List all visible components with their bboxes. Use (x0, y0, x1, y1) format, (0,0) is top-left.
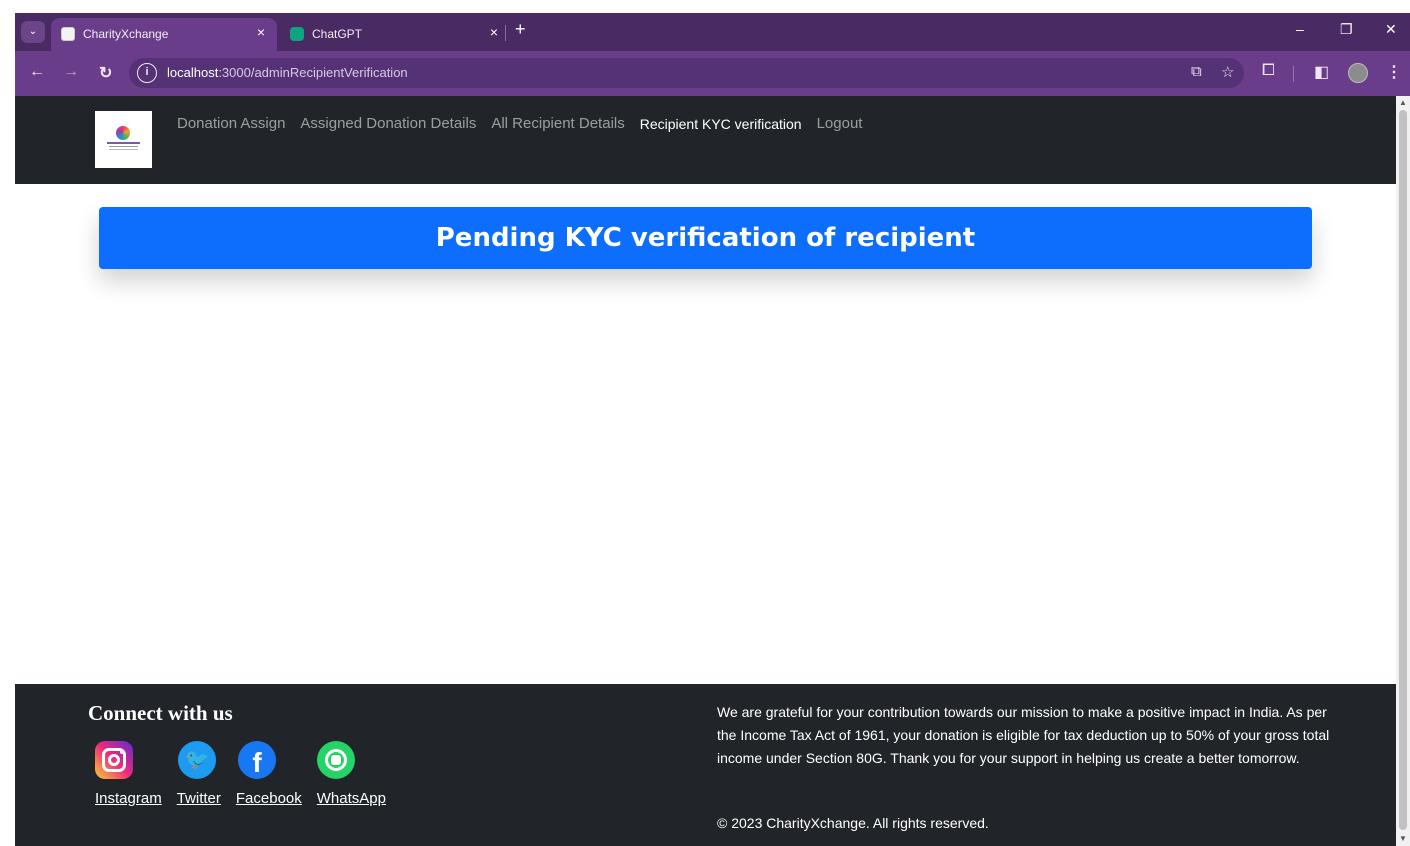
connect-heading: Connect with us (88, 701, 233, 725)
page-viewport: Donation Assign Assigned Donation Detail… (15, 96, 1396, 846)
tax-deduction-note: We are grateful for your contribution to… (717, 704, 1330, 766)
nav-link-all-recipient-details[interactable]: All Recipient Details (491, 115, 624, 132)
nav-link-donation-assign[interactable]: Donation Assign (177, 115, 285, 132)
site-favicon-icon (61, 27, 75, 41)
facebook-icon[interactable]: f (238, 741, 276, 779)
page-title-banner: Pending KYC verification of recipient (99, 207, 1312, 269)
site-footer: Connect with us 🐦 f Instagram Twitter Fa… (15, 684, 1396, 846)
instagram-icon[interactable] (95, 741, 133, 779)
twitter-link[interactable]: Twitter (177, 790, 221, 807)
page-scrollbar[interactable]: ▲ ▼ (1396, 96, 1410, 846)
instagram-link[interactable]: Instagram (95, 790, 162, 807)
page-title: Pending KYC verification of recipient (435, 223, 976, 253)
chatgpt-favicon-icon (290, 27, 304, 41)
nav-link-recipient-kyc-verification[interactable]: Recipient KYC verification (640, 115, 802, 132)
scroll-down-arrow-icon[interactable]: ▼ (1399, 834, 1407, 843)
copyright-text: © 2023 CharityXchange. All rights reserv… (717, 815, 989, 831)
facebook-link[interactable]: Facebook (236, 790, 302, 807)
reload-icon[interactable]: ↻ (99, 63, 112, 83)
close-window-button[interactable]: ✕ (1385, 21, 1397, 38)
address-bar[interactable]: i localhost:3000/adminRecipientVerificat… (129, 58, 1244, 88)
whatsapp-icon[interactable] (317, 741, 355, 779)
minimize-button[interactable]: – (1296, 21, 1304, 37)
nav-link-assigned-donation-details[interactable]: Assigned Donation Details (300, 115, 476, 132)
tab-title: CharityXchange (83, 27, 169, 41)
browser-toolbar: ← → ↻ i localhost:3000/adminRecipientVer… (15, 51, 1410, 96)
scroll-up-arrow-icon[interactable]: ▲ (1399, 98, 1407, 107)
extensions-icon[interactable]: ⧠ (1262, 62, 1275, 80)
desktop: ⌄ CharityXchange × ChatGPT × + – ❐ ✕ ← →… (0, 0, 1410, 846)
nav-link-logout[interactable]: Logout (817, 115, 863, 132)
site-navbar: Donation Assign Assigned Donation Detail… (15, 96, 1396, 184)
tab-separator (505, 25, 506, 41)
browser-window: ⌄ CharityXchange × ChatGPT × + – ❐ ✕ ← →… (15, 13, 1410, 846)
menu-kebab-icon[interactable]: ⋮ (1386, 62, 1402, 82)
whatsapp-link[interactable]: WhatsApp (317, 790, 386, 807)
logo-flower-icon (116, 126, 130, 140)
url-text: localhost:3000/adminRecipientVerificatio… (167, 65, 408, 80)
tab-strip: ⌄ CharityXchange × ChatGPT × + – ❐ ✕ (15, 13, 1410, 51)
tab-title: ChatGPT (312, 27, 363, 41)
twitter-icon[interactable]: 🐦 (178, 741, 216, 779)
charityxchange-logo[interactable] (95, 111, 152, 168)
tab-close-icon[interactable]: × (490, 24, 498, 40)
bookmark-star-icon[interactable]: ☆ (1221, 63, 1234, 81)
toolbar-separator (1293, 66, 1294, 82)
tab-chatgpt[interactable]: ChatGPT × (280, 18, 510, 51)
side-panel-icon[interactable]: ◧ (1314, 62, 1329, 82)
scroll-thumb[interactable] (1399, 110, 1407, 830)
tab-close-icon[interactable]: × (257, 24, 265, 40)
new-tab-button[interactable]: + (515, 19, 526, 40)
social-links: Instagram Twitter Facebook WhatsApp (95, 790, 386, 807)
profile-avatar[interactable] (1348, 63, 1368, 83)
tab-charityxchange[interactable]: CharityXchange × (51, 18, 277, 51)
site-info-icon[interactable]: i (137, 63, 157, 83)
forward-icon[interactable]: → (63, 63, 79, 81)
nav-links: Donation Assign Assigned Donation Detail… (177, 115, 862, 132)
maximize-button[interactable]: ❐ (1340, 21, 1353, 38)
tab-search-button[interactable]: ⌄ (21, 21, 45, 43)
back-icon[interactable]: ← (29, 63, 45, 81)
cast-icon[interactable]: ⧉ (1191, 63, 1202, 80)
